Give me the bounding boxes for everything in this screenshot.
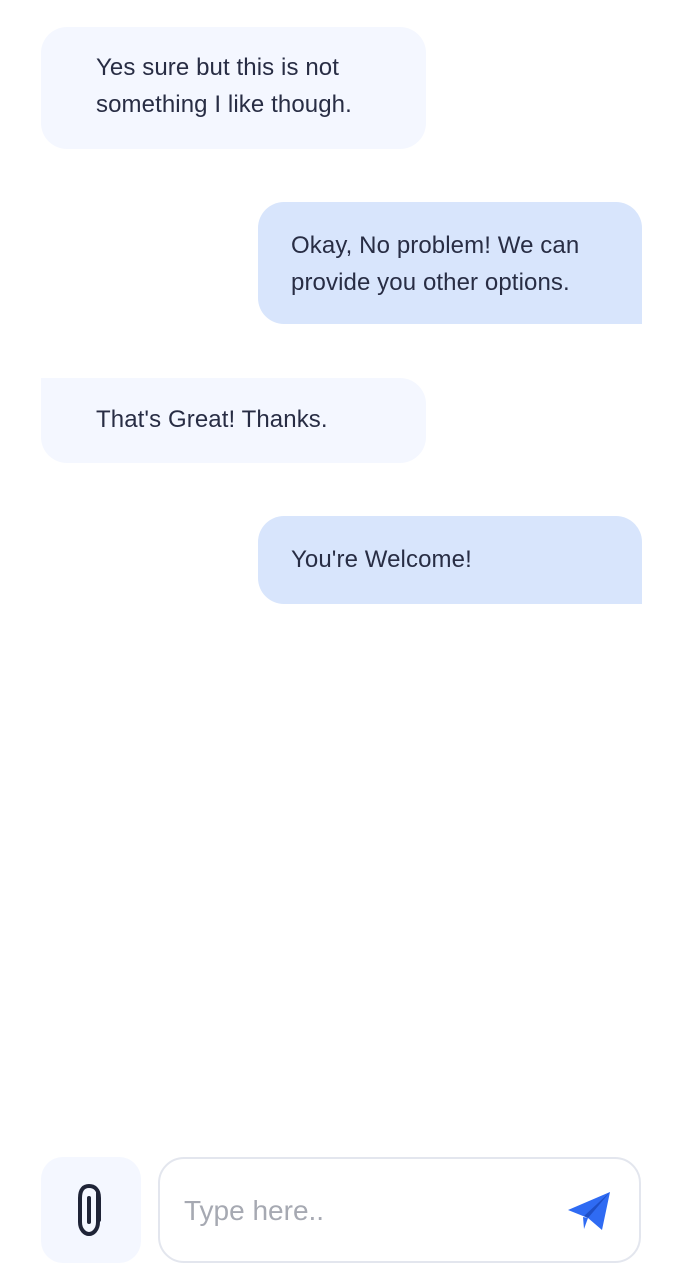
message-input[interactable] (184, 1189, 544, 1233)
send-button[interactable] (565, 1187, 613, 1235)
message-input-container (158, 1157, 641, 1263)
message-bubble-outgoing: You're Welcome! (258, 516, 642, 604)
message-bubble-incoming: That's Great! Thanks. (41, 378, 426, 463)
message-composer (0, 1155, 674, 1265)
message-bubble-incoming: Yes sure but this is not something I lik… (41, 27, 426, 149)
message-bubble-outgoing: Okay, No problem! We can provide you oth… (258, 202, 642, 324)
attach-button[interactable] (41, 1157, 141, 1263)
paperclip-icon (78, 1184, 101, 1236)
send-icon (568, 1192, 610, 1230)
